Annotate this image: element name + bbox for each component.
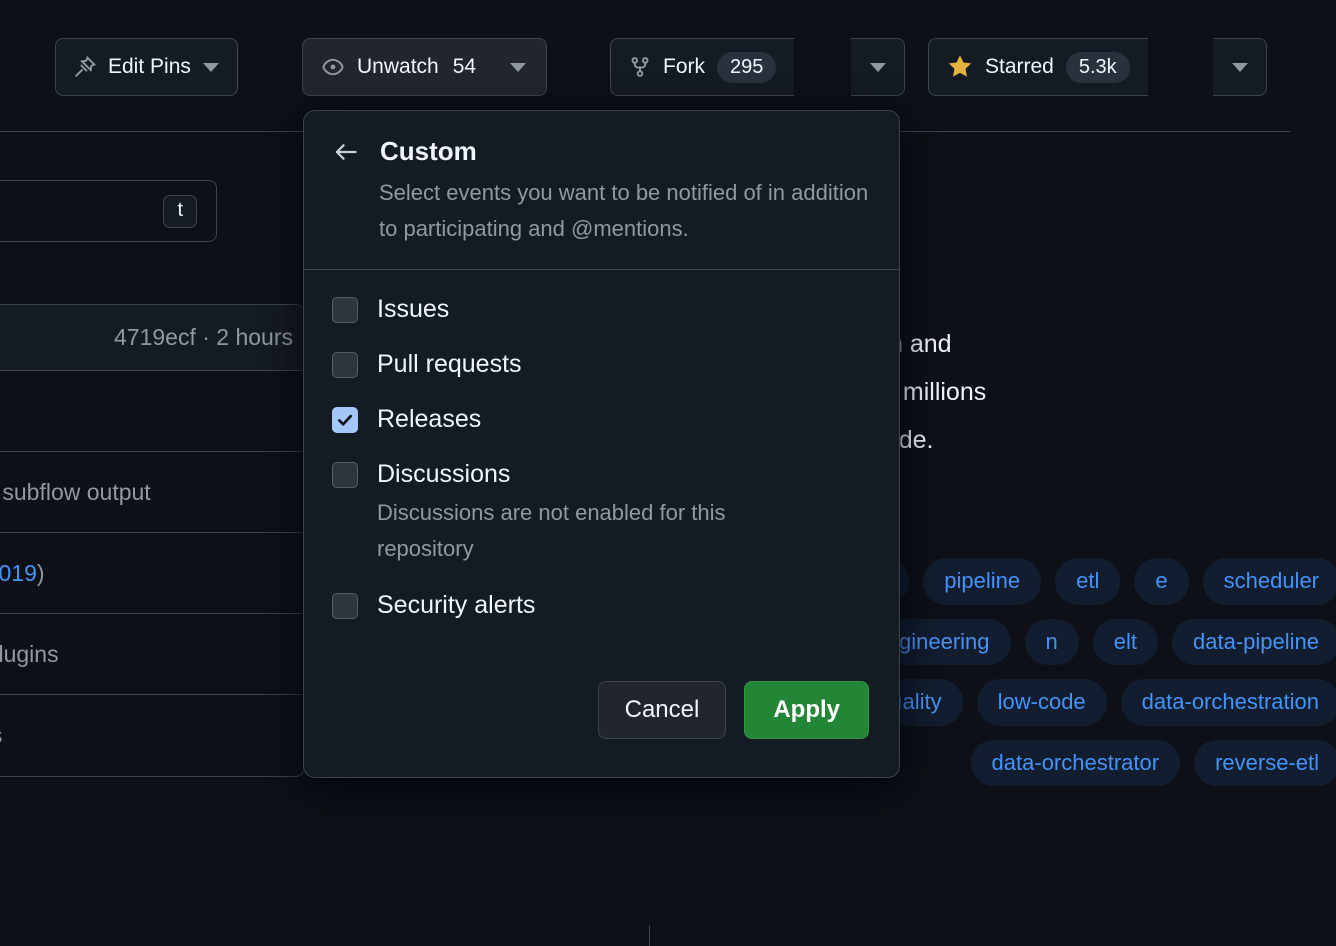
fork-label: Fork xyxy=(663,55,705,79)
star-icon xyxy=(947,54,973,80)
security-alerts-label: Security alerts xyxy=(377,591,535,619)
pull-requests-checkbox[interactable] xyxy=(332,352,358,378)
star-dropdown-button[interactable] xyxy=(1213,38,1267,96)
star-count: 5.3k xyxy=(1066,52,1130,83)
topic-tag[interactable]: data-orchestrator xyxy=(971,740,1181,787)
pin-icon xyxy=(74,56,96,78)
table-row[interactable]: ava deps xyxy=(0,695,303,776)
watch-button[interactable]: Unwatch 54 xyxy=(302,38,547,96)
star-button[interactable]: Starred 5.3k xyxy=(928,38,1148,96)
page-root: Edit Pins Unwatch 54 Fork 295 xyxy=(0,0,1336,946)
notification-options: Issues Pull requests Releases xyxy=(304,270,899,622)
option-issues[interactable]: Issues xyxy=(332,292,871,326)
issues-checkbox[interactable] xyxy=(332,297,358,323)
cancel-button[interactable]: Cancel xyxy=(598,681,727,739)
releases-checkbox[interactable] xyxy=(332,407,358,433)
file-table: 4719ecf · 2 hours enabling subflow outpu… xyxy=(0,304,304,777)
repo-action-bar: Edit Pins Unwatch 54 Fork 295 xyxy=(0,38,1336,96)
pull-requests-label: Pull requests xyxy=(377,350,522,378)
commit-message: ava deps xyxy=(0,722,2,749)
fork-count: 295 xyxy=(717,52,776,83)
discussions-help-text: Discussions are not enabled for this rep… xyxy=(377,495,807,567)
arrow-left-icon[interactable] xyxy=(332,138,360,166)
topic-tag[interactable]: e xyxy=(1134,558,1188,605)
table-row[interactable]: ation (#3019) xyxy=(0,533,303,614)
option-discussions[interactable]: Discussions Discussions are not enabled … xyxy=(332,457,871,567)
watch-label: Unwatch xyxy=(357,55,439,79)
fork-icon xyxy=(629,56,651,78)
topic-tag[interactable]: scheduler xyxy=(1203,558,1336,605)
discussions-checkbox[interactable] xyxy=(332,462,358,488)
topic-tag[interactable]: pipeline xyxy=(923,558,1041,605)
commit-message: with all plugins xyxy=(0,641,59,668)
fork-dropdown-button[interactable] xyxy=(851,38,905,96)
file-table-continued: perty (#2793) 4 days ago perty (#2793) 4… xyxy=(0,925,650,946)
topic-tag[interactable]: data-pipeline xyxy=(1172,619,1336,666)
eye-icon xyxy=(321,55,345,79)
edit-pins-label: Edit Pins xyxy=(108,55,191,79)
topic-tag[interactable]: low-code xyxy=(977,679,1107,726)
dropdown-title: Custom xyxy=(380,136,477,167)
chevron-down-icon[interactable] xyxy=(510,63,526,72)
table-row[interactable]: perty (#2793) 4 days ago xyxy=(0,925,649,946)
star-label: Starred xyxy=(985,55,1054,79)
dropdown-footer-actions: Cancel Apply xyxy=(598,681,869,739)
table-row[interactable] xyxy=(0,371,303,452)
option-pull-requests[interactable]: Pull requests xyxy=(332,347,871,381)
issue-link[interactable]: #3019 xyxy=(0,560,37,586)
table-row[interactable]: with all plugins xyxy=(0,614,303,695)
topic-tag[interactable]: etl xyxy=(1055,558,1120,605)
edit-pins-button[interactable]: Edit Pins xyxy=(55,38,238,96)
watch-custom-dropdown: Custom Select events you want to be noti… xyxy=(303,110,900,778)
table-row[interactable]: enabling subflow output xyxy=(0,452,303,533)
topic-tag[interactable]: data-orchestration xyxy=(1121,679,1336,726)
topic-tag[interactable]: n xyxy=(1025,619,1079,666)
dropdown-header: Custom Select events you want to be noti… xyxy=(304,111,899,270)
security-alerts-checkbox[interactable] xyxy=(332,593,358,619)
discussions-label: Discussions xyxy=(377,460,510,488)
chevron-down-icon[interactable] xyxy=(203,63,219,72)
repo-file-column: t Add 4719ecf · 2 hours enabling subflow… xyxy=(0,132,304,946)
latest-commit-bar: 4719ecf · 2 hours xyxy=(0,305,303,371)
watch-count: 54 xyxy=(453,55,476,79)
chevron-down-icon xyxy=(1232,63,1248,72)
option-releases[interactable]: Releases xyxy=(332,402,871,436)
search-input[interactable]: t xyxy=(0,180,217,242)
topic-tag[interactable]: reverse-etl xyxy=(1194,740,1336,787)
search-shortcut-badge: t xyxy=(163,195,197,228)
commit-message: ation (#3019) xyxy=(0,560,45,587)
fork-button[interactable]: Fork 295 xyxy=(610,38,794,96)
commit-message: enabling subflow output xyxy=(0,479,151,506)
apply-button[interactable]: Apply xyxy=(744,681,869,739)
issues-label: Issues xyxy=(377,295,449,323)
latest-commit-meta: 4719ecf · 2 hours xyxy=(114,324,293,351)
dropdown-subtitle: Select events you want to be notified of… xyxy=(379,175,869,247)
releases-label: Releases xyxy=(377,405,481,433)
chevron-down-icon xyxy=(870,63,886,72)
topic-tag[interactable]: elt xyxy=(1093,619,1158,666)
option-security-alerts[interactable]: Security alerts xyxy=(332,588,871,622)
